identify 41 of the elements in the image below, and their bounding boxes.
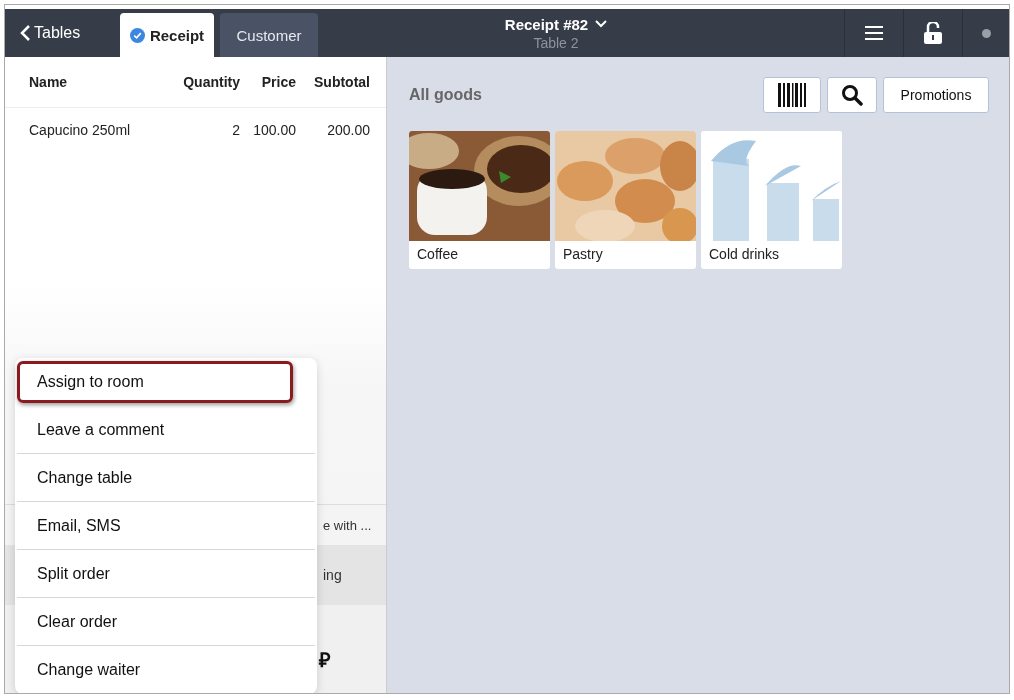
chevron-down-icon[interactable] [595, 20, 608, 28]
column-header: Price [260, 74, 296, 90]
table-cell[interactable]: Capucino 250ml [5, 122, 170, 138]
category-card[interactable]: Pastry [555, 131, 696, 269]
menu-item[interactable]: Split order [17, 550, 315, 598]
category-label: Cold drinks [708, 245, 781, 264]
category-card[interactable]: Cold drinks [701, 131, 842, 269]
back-button[interactable]: Tables [5, 9, 120, 57]
unlock-icon[interactable] [924, 22, 942, 44]
status-dot-icon [981, 28, 991, 38]
tab[interactable]: Receipt [120, 13, 214, 57]
menu-item[interactable]: Assign to room [17, 361, 293, 403]
barcode-button[interactable] [763, 77, 821, 113]
tab[interactable]: Customer [220, 13, 318, 57]
menu-item[interactable]: Change waiter [17, 646, 315, 693]
menu-item[interactable]: Change table [17, 454, 315, 502]
category-label: Pastry [562, 245, 604, 264]
search-button[interactable] [827, 77, 877, 113]
menu-item[interactable]: Email, SMS [17, 502, 315, 550]
warning-text: ing [323, 567, 342, 583]
currency-sign: ₽ [319, 648, 331, 673]
menu-item[interactable]: Clear order [17, 598, 315, 646]
category-label: Coffee [416, 245, 459, 264]
section-title: All goods [409, 86, 482, 104]
table-subtitle: Table 2 [533, 34, 579, 51]
comment-text: e with ... [323, 517, 372, 533]
promotions-button[interactable]: Promotions [883, 77, 989, 113]
barcode-icon [778, 83, 806, 107]
menu-icon[interactable] [865, 26, 883, 40]
chevron-left-icon [19, 24, 31, 42]
receipt-title[interactable]: Receipt #82 [504, 15, 589, 33]
table-cell[interactable]: 100.00 [240, 122, 296, 138]
table-cell[interactable]: 2 [170, 122, 240, 138]
table-cell[interactable]: 200.00 [296, 122, 370, 138]
menu-item[interactable]: Leave a comment [17, 406, 315, 454]
column-header: Quantity [182, 74, 240, 90]
column-header: Name [28, 74, 69, 90]
search-icon [841, 84, 863, 106]
category-card[interactable]: Coffee [409, 131, 550, 269]
check-circle-icon [129, 27, 145, 43]
column-header: Subtotal [313, 74, 370, 90]
